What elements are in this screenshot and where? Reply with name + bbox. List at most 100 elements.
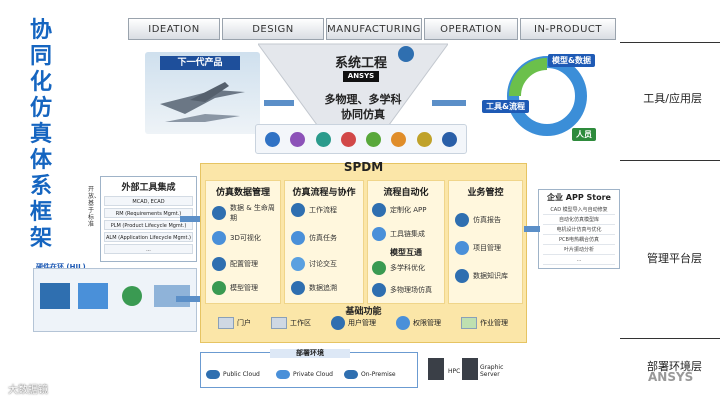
portal-icon (218, 317, 234, 329)
toolchain-icon (372, 227, 386, 241)
ansys-tag: ANSYS (343, 71, 379, 82)
list-item: 工作流程 (291, 203, 337, 217)
spdm-title: SPDM (343, 160, 384, 174)
multi-physics-label: 多物理、多学科 (324, 93, 402, 106)
graphic-server-label: Graphic Server (480, 364, 504, 378)
co-simulation-label: 协同仿真 (341, 108, 385, 121)
column-title: 流程自动化 (383, 188, 429, 198)
discipline-icon (265, 131, 281, 147)
app-item: 自动化仿真模型库 (543, 216, 615, 225)
discipline-icon (441, 131, 457, 147)
arrow-left-right (180, 216, 200, 222)
app-icon (372, 203, 386, 217)
spdm-column-automation: 流程自动化 定制化 APP 工具链集成 模型互通 多学科优化 多物理场仿真 (367, 180, 445, 304)
product-label: 下一代产品 (160, 56, 240, 70)
watermark: 大数据镜 (8, 385, 48, 396)
open-standard-label: 开放、基于标准 (88, 186, 101, 228)
title-char: 系 (29, 174, 52, 199)
discipline-icon (340, 131, 356, 147)
title-char: 化 (29, 70, 52, 95)
arrow-left-right (264, 100, 294, 106)
hil-diagram (33, 268, 197, 332)
list-item: 多学科优化 (372, 261, 425, 275)
phase-ideation: IDEATION (128, 18, 220, 40)
list-item: 数据追溯 (291, 281, 337, 295)
report-icon (455, 213, 469, 227)
base-item-jobs: 作业管理 (461, 317, 508, 329)
people-badge: 人员 (572, 128, 596, 141)
discipline-icon (315, 131, 331, 147)
list-item: 3D可视化 (212, 231, 261, 245)
phase-manufacturing: MANUFACTURING (326, 18, 422, 40)
spdm-column-process: 仿真流程与协作 工作流程 仿真任务 讨论交互 数据追溯 (284, 180, 364, 304)
base-item-portal: 门户 (218, 317, 251, 329)
discipline-icon (366, 131, 382, 147)
external-item: ALM (Application Lifecycle Mgmt.) (104, 232, 193, 242)
permission-icon (396, 316, 410, 330)
list-item: 仿真任务 (291, 231, 337, 245)
model-icon (212, 281, 226, 295)
app-item: ... (543, 256, 615, 265)
app-item: 电机设计仿真与优化 (543, 226, 615, 235)
list-item: 配置管理 (212, 257, 258, 271)
user-icon (331, 316, 345, 330)
spdm-column-data: 仿真数据管理 数据 & 生命周期 3D可视化 配置管理 模型管理 (205, 180, 281, 304)
job-icon (461, 317, 477, 329)
list-item: 数据知识库 (455, 269, 508, 283)
layer-platform-label: 管理平台层 (647, 252, 702, 265)
hil-icon (40, 283, 190, 309)
discipline-icon (416, 131, 432, 147)
title-char: 协 (29, 18, 52, 43)
model-data-badge: 模型&数据 (548, 54, 595, 67)
server-icon (344, 370, 358, 379)
workspace-icon (271, 317, 287, 329)
app-item: 叶片振动分析 (543, 246, 615, 255)
deploy-item-onprem: On-Premise (344, 370, 396, 379)
spdm-column-business: 业务管控 仿真报告 项目管理 数据知识库 (448, 180, 523, 304)
app-item: PCB电热耦合仿真 (543, 236, 615, 245)
cloud-icon (206, 370, 220, 379)
hpc-label: HPC (448, 368, 461, 375)
task-icon (291, 231, 305, 245)
arrow-left-right (432, 100, 466, 106)
ansys-logo: ANSYS (648, 370, 694, 384)
knowledge-icon (455, 269, 469, 283)
list-item: 讨论交互 (291, 257, 337, 271)
multiphysics-icon (372, 283, 386, 297)
title-char: 体 (29, 148, 52, 173)
external-tools-title: 外部工具集成 (121, 183, 176, 193)
base-functions-row: 门户 工作区 用户管理 权限管理 作业管理 (218, 316, 508, 330)
list-item: 数据 & 生命周期 (212, 203, 280, 223)
base-item-users: 用户管理 (331, 316, 376, 330)
trace-icon (291, 281, 305, 295)
title-char: 仿 (29, 96, 52, 121)
workflow-icon (291, 203, 305, 217)
list-item: 项目管理 (455, 241, 501, 255)
phase-in-product: IN-PRODUCT (520, 18, 616, 40)
discipline-icon-strip (255, 124, 467, 154)
hpc-icon (428, 358, 444, 380)
title-char: 框 (29, 200, 52, 225)
column-title: 仿真流程与协作 (292, 188, 356, 198)
title-char: 同 (29, 44, 52, 69)
discipline-icon (290, 131, 306, 147)
subsection-title: 模型互通 (390, 248, 422, 257)
list-item: 多物理场仿真 (372, 283, 432, 297)
project-icon (455, 241, 469, 255)
column-title: 业务管控 (467, 188, 504, 198)
title-char: 架 (29, 226, 52, 251)
phase-design: DESIGN (222, 18, 324, 40)
deploy-item-private: Private Cloud (276, 370, 333, 379)
deploy-title: 部署环境 (270, 349, 350, 358)
left-vertical-title: 协 同 化 仿 真 体 系 框 架 (24, 18, 58, 252)
tools-flow-badge: 工具&流程 (482, 100, 529, 113)
list-item: 仿真报告 (455, 213, 501, 227)
system-engineering-title: 系统工程 (335, 56, 388, 71)
layer-tools-label: 工具/应用层 (643, 92, 702, 105)
discipline-icon (391, 131, 407, 147)
list-item: 定制化 APP (372, 203, 426, 217)
graphic-server-icon (462, 358, 478, 380)
discussion-icon (291, 257, 305, 271)
cloud-icon (276, 370, 290, 379)
config-icon (212, 257, 226, 271)
